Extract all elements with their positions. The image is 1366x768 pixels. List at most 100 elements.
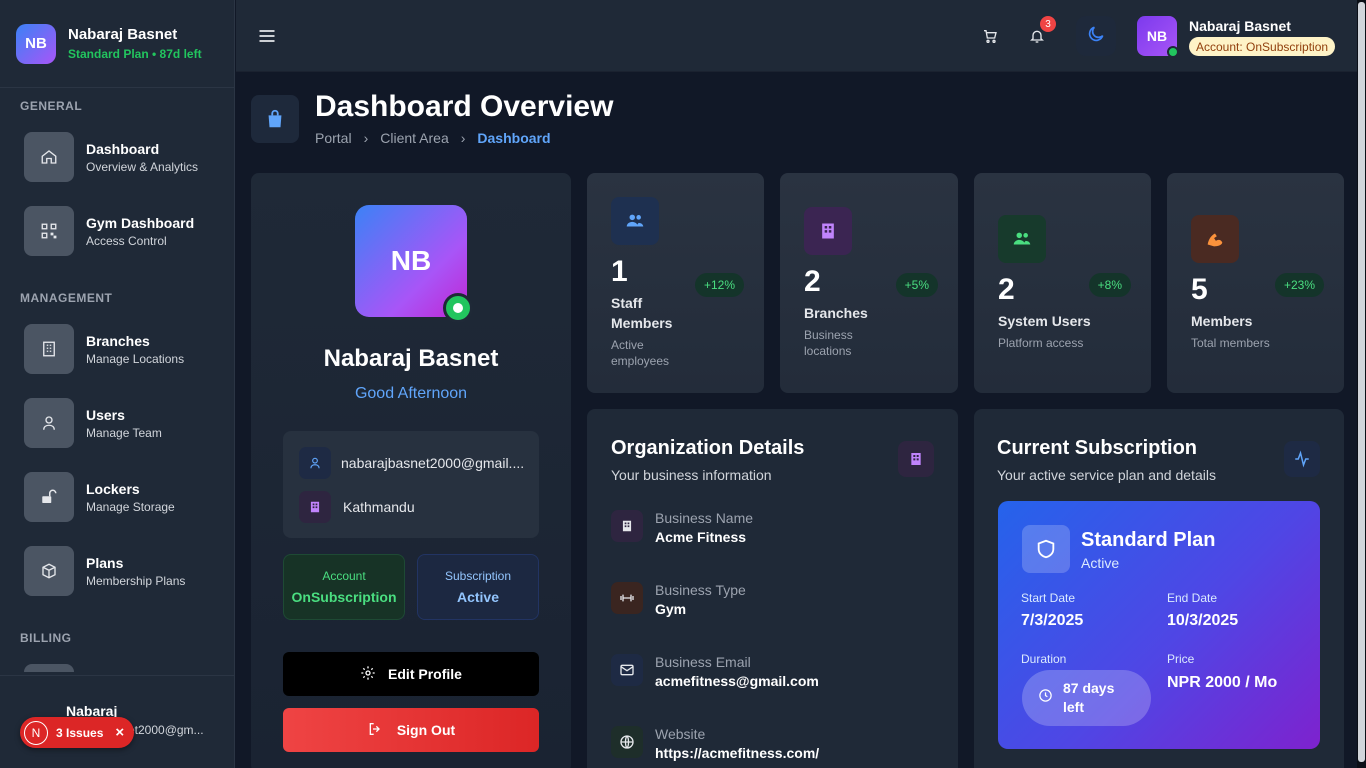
org-row-website: Website https://acmefitness.com/ [611,726,819,761]
duration-value: 87 days left [1063,680,1115,715]
muscle-icon [1191,215,1239,263]
duration-label: Duration [1021,652,1067,666]
duration-pill: 87 days left [1022,670,1151,726]
org-key: Business Email [655,654,751,670]
sidebar: NB Nabaraj Basnet Standard Plan • 87d le… [0,0,235,768]
plan-card: Standard Plan Active Start Date 7/3/2025… [998,501,1320,749]
sidebar-item-label: Lockers [86,480,140,497]
clock-icon [1038,688,1053,708]
activity-icon [1284,441,1320,477]
scrollbar-thumb[interactable] [1358,2,1365,762]
stat-text: Branches Business locations [804,303,884,359]
sidebar-item-plans[interactable]: Plans Membership Plans [24,546,224,596]
user-icon [299,447,331,479]
issues-toast[interactable]: N 3 Issues × [20,717,135,748]
profile-email: nabarajbasnet2000@gmail.... [341,455,525,471]
breadcrumb-portal[interactable]: Portal [315,130,352,146]
sign-out-button[interactable]: Sign Out [283,708,539,752]
scrollbar[interactable] [1357,0,1366,768]
org-value-link[interactable]: https://acmefitness.com/ [655,745,819,761]
stat-sub: Total members [1191,336,1270,350]
plan-name: Standard Plan [1081,529,1216,551]
sidebar-item-sub: Manage Team [86,425,162,440]
hamburger-menu-icon[interactable] [253,22,281,50]
stat-card-branches[interactable]: 2 +5% Branches Business locations [780,173,958,393]
stat-card-members[interactable]: 5 +23% Members Total members [1167,173,1344,393]
breadcrumb: Portal › Client Area › Dashboard [315,130,551,146]
issues-label: 3 Issues [56,725,104,740]
breadcrumb-dashboard: Dashboard [477,130,551,146]
bell-icon[interactable]: 3 [1023,16,1056,50]
stat-label: Staff Members [611,295,673,331]
sidebar-item-branches[interactable]: Branches Manage Locations [24,324,224,374]
users-icon [998,215,1046,263]
subscription-status-card: Subscription Active [417,554,539,620]
online-status-dot [1167,46,1179,58]
sign-out-label: Sign Out [396,722,456,738]
sidebar-item-users[interactable]: Users Manage Team [24,398,224,448]
profile-greeting: Good Afternoon [354,385,468,402]
stat-sub: Active employees [611,338,670,368]
section-general: GENERAL [20,99,83,113]
end-date-label: End Date [1167,591,1218,605]
user-icon [24,398,74,448]
sidebar-item-sub: Manage Storage [86,499,175,514]
breadcrumb-client-area[interactable]: Client Area [380,130,448,146]
brand: NB Nabaraj Basnet Standard Plan • 87d le… [0,0,234,88]
sign-out-icon [367,721,383,740]
end-date: 10/3/2025 [1167,612,1239,629]
stat-card-system-users[interactable]: 2 +8% System Users Platform access [974,173,1151,393]
account-status-card: Account OnSubscription [283,554,405,620]
sidebar-item-partial[interactable] [24,664,74,672]
stat-text: Staff Members Active employees [611,293,681,369]
org-title: Organization Details [611,437,805,459]
stat-sub: Business locations [804,328,853,358]
price-label: Price [1167,652,1195,666]
mail-icon [611,654,643,686]
stat-change: +12% [694,273,744,297]
profile-email-row: nabarajbasnet2000@gmail.... [299,447,524,479]
stat-label: Branches [804,305,868,321]
theme-toggle-button[interactable] [1076,16,1116,56]
edit-profile-button[interactable]: Edit Profile [283,652,539,696]
stat-sub: Platform access [998,336,1084,350]
notification-badge: 3 [1040,16,1056,32]
building-icon [898,441,934,477]
account-value: OnSubscription [291,589,397,605]
profile-name: Nabaraj Basnet [323,345,499,372]
lock-icon [24,472,74,522]
sidebar-item-dashboard[interactable]: Dashboard Overview & Analytics [24,132,224,182]
stat-card-staff[interactable]: 1 +12% Staff Members Active employees [587,173,764,393]
chevron-right-icon: › [460,130,466,146]
stat-text: Members Total members [1191,311,1331,351]
page-title: Dashboard Overview [315,90,614,123]
account-status-badge: Account: OnSubscription [1189,37,1336,56]
qr-icon [24,206,74,256]
plan-status: Active [1081,555,1120,571]
stat-value: 1 [611,255,628,288]
subscription-title: Current Subscription [997,437,1198,459]
stat-change: +23% [1274,273,1324,297]
cart-icon[interactable] [976,22,1004,50]
org-key: Business Name [655,510,754,526]
gear-icon [360,665,376,684]
profile-contact-box: nabarajbasnet2000@gmail.... Kathmandu [283,431,539,538]
sidebar-item-gym-dashboard[interactable]: Gym Dashboard Access Control [24,206,224,256]
org-row-name: Business Name Acme Fitness [611,510,753,545]
footer-user-email: et2000@gm... [128,723,204,737]
subscription-value: Active [456,589,500,605]
brand-plan: Standard Plan • 87d left [68,47,202,61]
topbar-user-name: Nabaraj Basnet [1189,18,1291,34]
issues-initial: N [24,720,48,745]
sidebar-item-sub: Overview & Analytics [86,159,199,174]
subscription-label: Subscription [444,569,512,583]
close-icon[interactable]: × [115,724,124,741]
sidebar-item-label: Branches [86,332,150,349]
sidebar-item-lockers[interactable]: Lockers Manage Storage [24,472,224,522]
sidebar-item-sub: Membership Plans [86,573,186,588]
stat-change: +5% [895,273,938,297]
sidebar-item-label: Dashboard [86,140,160,157]
home-icon [24,132,74,182]
profile-location-row: Kathmandu [299,491,415,523]
shopping-bag-icon [251,95,299,143]
